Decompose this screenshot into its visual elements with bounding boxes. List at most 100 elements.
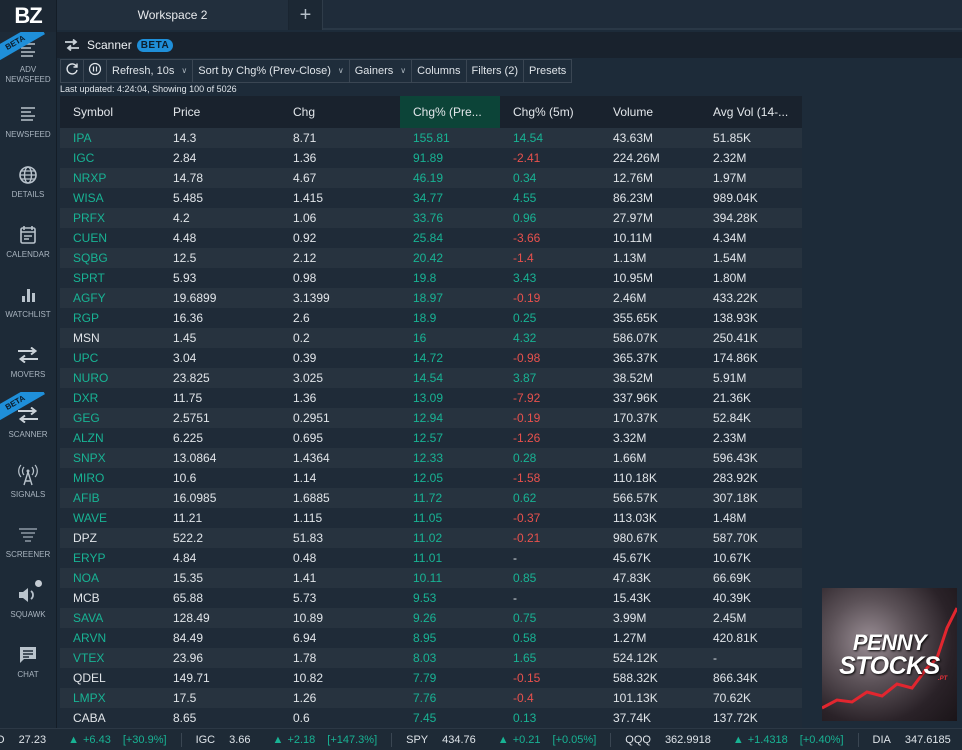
refresh-interval-dropdown[interactable]: Refresh, 10s ∨ xyxy=(106,58,194,83)
sidebar-item-newsfeed[interactable]: NEWSFEED xyxy=(0,92,56,152)
symbol-cell[interactable]: IGC xyxy=(60,148,160,168)
table-row[interactable]: WAVE 11.21 1.115 11.05 -0.37 113.03K 1.48M xyxy=(60,508,802,528)
sidebar-item-watchlist[interactable]: WATCHLIST xyxy=(0,272,56,332)
symbol-cell[interactable]: MIRO xyxy=(60,468,160,488)
symbol-cell[interactable]: DPZ xyxy=(60,528,160,548)
table-row[interactable]: NRXP 14.78 4.67 46.19 0.34 12.76M 1.97M xyxy=(60,168,802,188)
table-row[interactable]: IGC 2.84 1.36 91.89 -2.41 224.26M 2.32M xyxy=(60,148,802,168)
filters-button[interactable]: Filters (2) xyxy=(465,58,524,83)
table-row[interactable]: WISA 5.485 1.415 34.77 4.55 86.23M 989.04K xyxy=(60,188,802,208)
symbol-cell[interactable]: SQBG xyxy=(60,248,160,268)
symbol-cell[interactable]: CABA xyxy=(60,708,160,728)
table-row[interactable]: SQBG 12.5 2.12 20.42 -1.4 1.13M 1.54M xyxy=(60,248,802,268)
symbol-cell[interactable]: LMPX xyxy=(60,688,160,708)
table-row[interactable]: CUEN 4.48 0.92 25.84 -3.66 10.11M 4.34M xyxy=(60,228,802,248)
sidebar-item-scanner[interactable]: BETA SCANNER xyxy=(0,392,56,452)
column-header[interactable]: Price xyxy=(160,96,280,128)
symbol-cell[interactable]: NURO xyxy=(60,368,160,388)
table-row[interactable]: RGP 16.36 2.6 18.9 0.25 355.65K 138.93K xyxy=(60,308,802,328)
table-row[interactable]: GEG 2.5751 0.2951 12.94 -0.19 170.37K 52.84K xyxy=(60,408,802,428)
symbol-cell[interactable]: IPA xyxy=(60,128,160,148)
sort-dropdown[interactable]: Sort by Chg% (Prev-Close) ∨ xyxy=(192,58,350,83)
columns-button[interactable]: Columns xyxy=(411,58,467,83)
symbol-cell[interactable]: AFIB xyxy=(60,488,160,508)
penny-stocks-ad[interactable]: PENNY STOCKS .PT xyxy=(822,588,957,721)
table-row[interactable]: DXR 11.75 1.36 13.09 -7.92 337.96K 21.36K xyxy=(60,388,802,408)
column-header[interactable]: Chg% (5m) xyxy=(500,96,600,128)
refresh-now-button[interactable] xyxy=(60,58,84,83)
table-row[interactable]: UPC 3.04 0.39 14.72 -0.98 365.37K 174.86K xyxy=(60,348,802,368)
table-row[interactable]: VTEX 23.96 1.78 8.03 1.65 524.12K - xyxy=(60,648,802,668)
symbol-cell[interactable]: AGFY xyxy=(60,288,160,308)
table-row[interactable]: AFIB 16.0985 1.6885 11.72 0.62 566.57K 307.18K xyxy=(60,488,802,508)
ticker-item[interactable]: IGC 3.66 ▲ +2.18 [+147.3%] xyxy=(196,732,393,747)
table-row[interactable]: LMPX 17.5 1.26 7.76 -0.4 101.13K 70.62K xyxy=(60,688,802,708)
sidebar-item-signals[interactable]: SIGNALS xyxy=(0,452,56,512)
change-5m-cell: 0.58 xyxy=(513,631,537,645)
table-row[interactable]: SNPX 13.0864 1.4364 12.33 0.28 1.66M 596.43K xyxy=(60,448,802,468)
symbol-cell[interactable]: QDEL xyxy=(60,668,160,688)
table-row[interactable]: MSN 1.45 0.2 16 4.32 586.07K 250.41K xyxy=(60,328,802,348)
sidebar-item-adv-newsfeed[interactable]: BETA ADV NEWSFEED xyxy=(0,32,56,92)
symbol-cell[interactable]: VTEX xyxy=(60,648,160,668)
symbol-cell[interactable]: WAVE xyxy=(60,508,160,528)
sidebar-item-movers[interactable]: MOVERS xyxy=(0,332,56,392)
table-row[interactable]: CABA 8.65 0.6 7.45 0.13 37.74K 137.72K xyxy=(60,708,802,728)
sidebar-item-squawk[interactable]: SQUAWK xyxy=(0,572,56,632)
symbol-cell[interactable]: SPRT xyxy=(60,268,160,288)
table-row[interactable]: PRFX 4.2 1.06 33.76 0.96 27.97M 394.28K xyxy=(60,208,802,228)
tab-workspace-2[interactable]: Workspace 2 xyxy=(57,0,289,30)
sidebar-item-chat[interactable]: CHAT xyxy=(0,632,56,692)
table-row[interactable]: QDEL 149.71 10.82 7.79 -0.15 588.32K 866.34K xyxy=(60,668,802,688)
table-row[interactable]: NOA 15.35 1.41 10.11 0.85 47.83K 66.69K xyxy=(60,568,802,588)
symbol-cell[interactable]: CUEN xyxy=(60,228,160,248)
sidebar-item-screener[interactable]: SCREENER xyxy=(0,512,56,572)
symbol-cell[interactable]: ERYP xyxy=(60,548,160,568)
column-header[interactable]: Avg Vol (14-... xyxy=(700,96,802,128)
symbol-cell[interactable]: ARVN xyxy=(60,628,160,648)
table-row[interactable]: MCB 65.88 5.73 9.53 - 15.43K 40.39K xyxy=(60,588,802,608)
beta-badge: BETA xyxy=(136,38,174,52)
column-header[interactable]: Volume xyxy=(600,96,700,128)
column-header[interactable]: Chg% (Pre... xyxy=(400,96,500,128)
sidebar-item-details[interactable]: DETAILS xyxy=(0,152,56,212)
gainers-dropdown[interactable]: Gainers ∨ xyxy=(348,58,413,83)
table-row[interactable]: AGFY 19.6899 3.1399 18.97 -0.19 2.46M 433.22K xyxy=(60,288,802,308)
table-row[interactable]: MIRO 10.6 1.14 12.05 -1.58 110.18K 283.92K xyxy=(60,468,802,488)
symbol-cell[interactable]: PRFX xyxy=(60,208,160,228)
symbol-cell[interactable]: NOA xyxy=(60,568,160,588)
symbol-cell[interactable]: WISA xyxy=(60,188,160,208)
symbol-cell[interactable]: ALZN xyxy=(60,428,160,448)
symbol-cell[interactable]: GEG xyxy=(60,408,160,428)
table-row[interactable]: ARVN 84.49 6.94 8.95 0.58 1.27M 420.81K xyxy=(60,628,802,648)
table-row[interactable]: DPZ 522.2 51.83 11.02 -0.21 980.67K 587.70K xyxy=(60,528,802,548)
presets-button[interactable]: Presets xyxy=(523,58,573,83)
symbol-cell[interactable]: UPC xyxy=(60,348,160,368)
symbol-cell[interactable]: SAVA xyxy=(60,608,160,628)
symbol-cell[interactable]: MCB xyxy=(60,588,160,608)
column-header[interactable]: Chg xyxy=(280,96,400,128)
add-tab-button[interactable]: + xyxy=(289,0,323,30)
pause-button[interactable] xyxy=(83,58,107,83)
table-row[interactable]: SPRT 5.93 0.98 19.8 3.43 10.95M 1.80M xyxy=(60,268,802,288)
ticker-item[interactable]: O 27.23 ▲+6.43 [+30.9%] xyxy=(0,732,182,747)
symbol-cell[interactable]: RGP xyxy=(60,308,160,328)
symbol-cell[interactable]: NRXP xyxy=(60,168,160,188)
sidebar-item-calendar[interactable]: CALENDAR xyxy=(0,212,56,272)
table-row[interactable]: NURO 23.825 3.025 14.54 3.87 38.52M 5.91M xyxy=(60,368,802,388)
ticker-item[interactable]: DIA347.6185▼ xyxy=(873,733,962,747)
symbol-cell[interactable]: SNPX xyxy=(60,448,160,468)
symbol-cell[interactable]: MSN xyxy=(60,328,160,348)
change-cell: 51.83 xyxy=(293,531,324,545)
table-row[interactable]: ALZN 6.225 0.695 12.57 -1.26 3.32M 2.33M xyxy=(60,428,802,448)
ticker-change: +0.21 xyxy=(512,733,541,746)
notification-dot xyxy=(35,580,42,587)
ticker-item[interactable]: SPY 434.76 ▲ +0.21 [+0.05%] xyxy=(406,732,612,747)
table-row[interactable]: IPA 14.3 8.71 155.81 14.54 43.63M 51.85K xyxy=(60,128,802,148)
column-header[interactable]: Symbol xyxy=(60,96,160,128)
ticker-item[interactable]: QQQ 362.9918 ▲ +1.4318 [+0.40%] xyxy=(625,732,859,747)
benzinga-logo[interactable]: BZ xyxy=(0,0,56,32)
table-row[interactable]: SAVA 128.49 10.89 9.26 0.75 3.99M 2.45M xyxy=(60,608,802,628)
symbol-cell[interactable]: DXR xyxy=(60,388,160,408)
table-row[interactable]: ERYP 4.84 0.48 11.01 - 45.67K 10.67K xyxy=(60,548,802,568)
